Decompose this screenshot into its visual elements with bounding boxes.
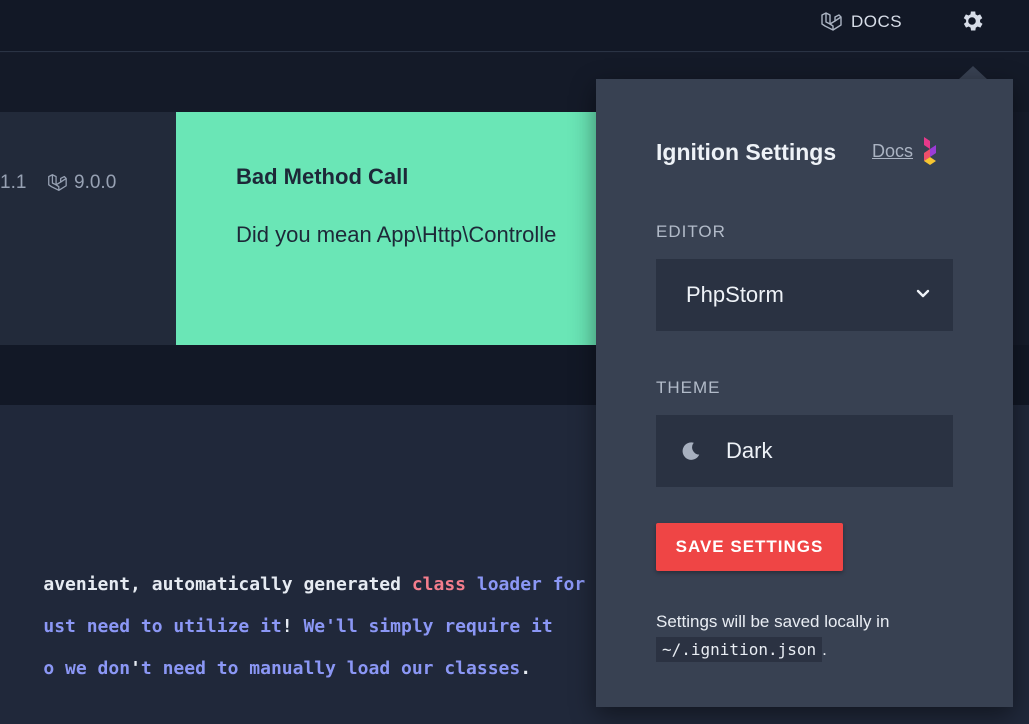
code-token: avenient, automatically generated [43, 574, 412, 595]
error-header-card [0, 112, 176, 345]
editor-label: EDITOR [656, 222, 726, 241]
code-line: o we don't need to manually load our cla… [0, 637, 531, 700]
gear-icon[interactable] [959, 8, 985, 34]
laravel-icon [48, 174, 67, 191]
top-bar: DOCS [0, 0, 1029, 52]
solution-title: Bad Method Call [236, 164, 409, 189]
settings-popover: Ignition Settings Docs EDITOR PhpStorm T… [596, 79, 1013, 707]
chevron-down-icon [916, 289, 930, 298]
code-token: class [411, 574, 467, 595]
settings-note-text: Settings will be saved locally in [656, 612, 890, 631]
code-token: We'll simply require it [303, 616, 553, 637]
popover-arrow [958, 66, 988, 80]
save-settings-button[interactable]: SAVE SETTINGS [656, 523, 843, 571]
laravel-version: 9.0.0 [46, 172, 116, 194]
laravel-icon [821, 12, 842, 31]
theme-value: Dark [726, 438, 773, 463]
code-token: ! [281, 616, 304, 637]
docs-nav-label: DOCS [851, 12, 903, 31]
editor-select-value: PhpStorm [686, 282, 784, 307]
settings-note: Settings will be saved locally in ~/.ign… [656, 608, 889, 664]
code-token: ust need to utilize it [43, 616, 282, 637]
code-token: ' [130, 658, 141, 679]
moon-icon [682, 442, 700, 460]
code-token: . [520, 658, 532, 679]
code-token: o we don [43, 658, 131, 679]
laravel-version-label: 9.0.0 [74, 172, 117, 193]
settings-docs-link[interactable]: Docs [872, 141, 913, 162]
flare-logo-icon [924, 137, 936, 165]
settings-title: Ignition Settings [656, 139, 837, 165]
solution-panel: Bad Method Call Did you mean App\Http\Co… [176, 112, 596, 345]
code-token: loader for [476, 574, 586, 595]
docs-nav-link[interactable]: DOCS [819, 10, 902, 34]
settings-note-path: ~/.ignition.json [656, 637, 823, 662]
settings-note-suffix: . [822, 640, 827, 659]
editor-select[interactable]: PhpStorm [656, 259, 953, 331]
theme-toggle[interactable]: Dark [656, 415, 953, 487]
php-version: 1.1 [0, 172, 27, 193]
solution-description: Did you mean App\Http\Controlle [236, 222, 557, 247]
code-token: t need to manually load our classes [140, 658, 521, 679]
theme-label: THEME [656, 378, 721, 397]
